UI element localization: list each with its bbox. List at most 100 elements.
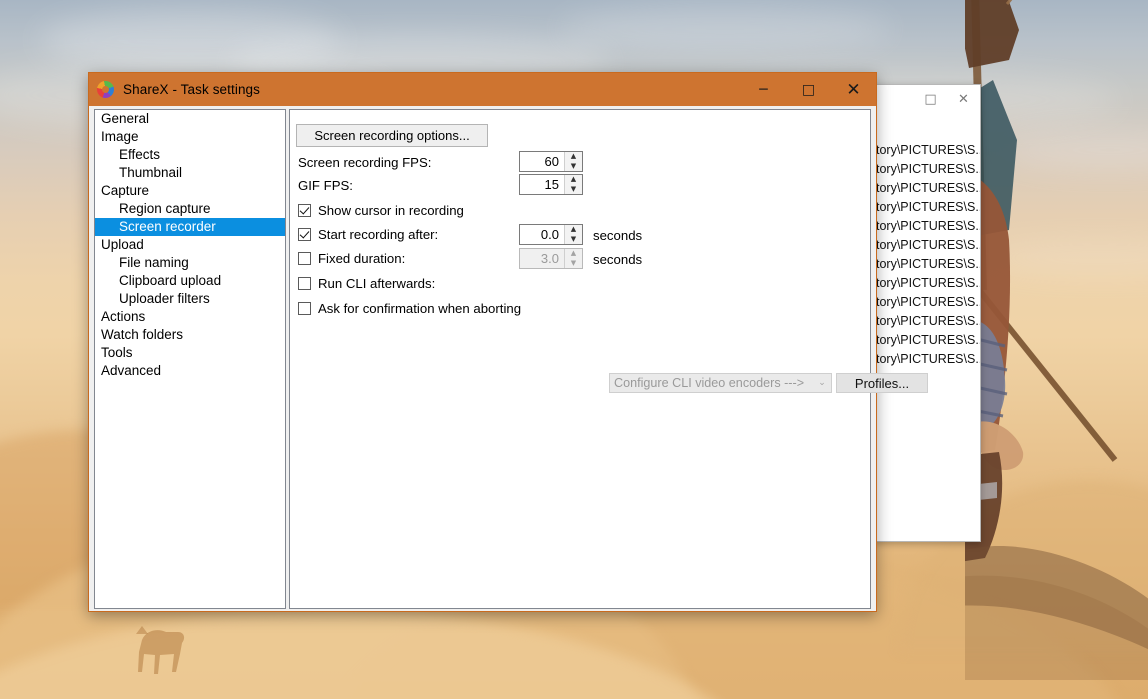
sidebar-item-label: Uploader filters [119,291,210,306]
sidebar-item-clipboard-upload[interactable]: Clipboard upload [95,272,285,290]
show-cursor-checkbox[interactable] [298,204,311,217]
gif-fps-stepper[interactable]: 15 ▲ ▼ [519,174,583,195]
sidebar-item-region-capture[interactable]: Region capture [95,200,285,218]
stepper-up-icon[interactable]: ▲ [565,249,582,259]
screen-recorder-settings-pane: Screen recording options... Screen recor… [289,109,871,609]
file-path-row[interactable]: tory\PICTURES\S... [875,236,980,255]
sidebar-item-label: Screen recorder [119,219,216,234]
file-path-row[interactable]: tory\PICTURES\S... [875,160,980,179]
file-path-row[interactable]: tory\PICTURES\S... [875,217,980,236]
sharex-task-settings-window[interactable]: ShareX - Task settings ─ □ ✕ General Imag… [88,72,928,612]
stepper-down-icon[interactable]: ▼ [565,162,582,172]
sidebar-item-image[interactable]: Image [95,128,285,146]
file-path-row[interactable]: tory\PICTURES\S... [875,293,980,312]
sidebar-item-label: Thumbnail [119,165,183,180]
file-path-row[interactable]: tory\PICTURES\S... [875,274,980,293]
background-window-titlebar[interactable]: □ ✕ [875,85,980,114]
animal-silhouette [136,626,185,674]
screen-recording-options-button[interactable]: Screen recording options... [296,124,488,147]
stepper-down-icon[interactable]: ▼ [565,235,582,245]
chevron-down-icon[interactable]: ⌄ [813,378,831,388]
show-cursor-label: Show cursor in recording [318,203,464,218]
cloud-shape [1000,130,1148,170]
sidebar-item-actions[interactable]: Actions [95,308,285,326]
profiles-button[interactable]: Profiles... [836,373,928,393]
sidebar-item-effects[interactable]: Effects [95,146,285,164]
file-path-row[interactable]: tory\PICTURES\S... [875,141,980,160]
sidebar-item-upload[interactable]: Upload [95,236,285,254]
stepper-down-icon[interactable]: ▼ [565,259,582,269]
maximize-icon[interactable]: □ [914,86,947,114]
start-recording-after-checkbox[interactable] [298,228,311,241]
sidebar-item-label: Tools [101,345,133,360]
screen-recording-fps-stepper[interactable]: 60 ▲ ▼ [519,151,583,172]
stepper-up-icon[interactable]: ▲ [565,175,582,185]
file-path-row[interactable]: tory\PICTURES\S... [875,198,980,217]
sidebar-item-label: Image [101,129,139,144]
start-recording-delay-value[interactable]: 0.0 [520,225,564,244]
stepper-arrows: ▲ ▼ [564,225,582,244]
gif-fps-label: GIF FPS: [298,178,353,193]
run-cli-afterwards-checkbox[interactable] [298,277,311,290]
sidebar-item-label: Upload [101,237,144,252]
file-path-row[interactable]: tory\PICTURES\S... [875,331,980,350]
file-path-row[interactable]: tory\PICTURES\S... [875,179,980,198]
window-controls: ─ □ ✕ [741,73,876,106]
ask-for-confirmation-checkbox-row[interactable]: Ask for confirmation when aborting [298,301,521,316]
background-window-file-list[interactable]: tory\PICTURES\S... tory\PICTURES\S... tory… [875,114,980,369]
start-recording-after-checkbox-row[interactable]: Start recording after: [298,227,438,242]
fixed-duration-value[interactable]: 3.0 [520,249,564,268]
maximize-button[interactable]: □ [786,73,831,106]
sharex-logo-icon [97,81,114,98]
minimize-button[interactable]: ─ [741,73,786,106]
stepper-arrows: ▲ ▼ [564,152,582,171]
sidebar-item-advanced[interactable]: Advanced [95,362,285,380]
file-path-row[interactable]: tory\PICTURES\S... [875,312,980,331]
sidebar-item-label: General [101,111,150,126]
sidebar-item-label: Actions [101,309,146,324]
close-button[interactable]: ✕ [831,73,876,106]
sidebar-item-label: File naming [119,255,189,270]
sidebar-item-tools[interactable]: Tools [95,344,285,362]
cli-video-encoder-select[interactable]: Configure CLI video encoders ---> ⌄ [609,373,832,393]
run-cli-afterwards-checkbox-row[interactable]: Run CLI afterwards: [298,276,435,291]
sidebar-item-watch-folders[interactable]: Watch folders [95,326,285,344]
sidebar-item-screen-recorder[interactable]: Screen recorder [95,218,285,236]
fixed-duration-unit: seconds [593,252,643,267]
stepper-up-icon[interactable]: ▲ [565,225,582,235]
sidebar-item-label: Clipboard upload [119,273,222,288]
file-path-row[interactable]: tory\PICTURES\S... [875,350,980,369]
screen-recording-fps-value[interactable]: 60 [520,152,564,171]
close-icon[interactable]: ✕ [947,86,980,114]
start-recording-after-label: Start recording after: [318,227,439,242]
sidebar-item-capture[interactable]: Capture [95,182,285,200]
stepper-arrows: ▲ ▼ [564,175,582,194]
dialog-body: General Image Effects Thumbnail Capture Regio… [89,106,928,611]
ask-for-confirmation-checkbox[interactable] [298,302,311,315]
cli-video-encoder-value[interactable]: Configure CLI video encoders ---> [610,376,813,390]
settings-navigation-list[interactable]: General Image Effects Thumbnail Capture Regio… [94,109,286,609]
sidebar-item-uploader-filters[interactable]: Uploader filters [95,290,285,308]
sidebar-item-label: Capture [101,183,150,198]
cloud-shape [560,5,890,53]
gif-fps-value[interactable]: 15 [520,175,564,194]
show-cursor-checkbox-row[interactable]: Show cursor in recording [298,203,464,218]
sidebar-item-label: Region capture [119,201,211,216]
sidebar-item-file-naming[interactable]: File naming [95,254,285,272]
start-recording-delay-unit: seconds [593,228,643,243]
stepper-arrows: ▲ ▼ [564,249,582,268]
fixed-duration-label: Fixed duration: [318,251,406,266]
background-window[interactable]: □ ✕ tory\PICTURES\S... tory\PICTURES\S...… [874,84,981,542]
stepper-down-icon[interactable]: ▼ [565,185,582,195]
sidebar-item-thumbnail[interactable]: Thumbnail [95,164,285,182]
run-cli-afterwards-label: Run CLI afterwards: [318,276,436,291]
file-path-row[interactable]: tory\PICTURES\S... [875,255,980,274]
stepper-up-icon[interactable]: ▲ [565,152,582,162]
cloud-shape [980,240,1148,276]
window-titlebar[interactable]: ShareX - Task settings ─ □ ✕ [89,73,876,106]
sidebar-item-general[interactable]: General [95,110,285,128]
fixed-duration-stepper[interactable]: 3.0 ▲ ▼ [519,248,583,269]
fixed-duration-checkbox[interactable] [298,252,311,265]
fixed-duration-checkbox-row[interactable]: Fixed duration: [298,251,405,266]
start-recording-delay-stepper[interactable]: 0.0 ▲ ▼ [519,224,583,245]
